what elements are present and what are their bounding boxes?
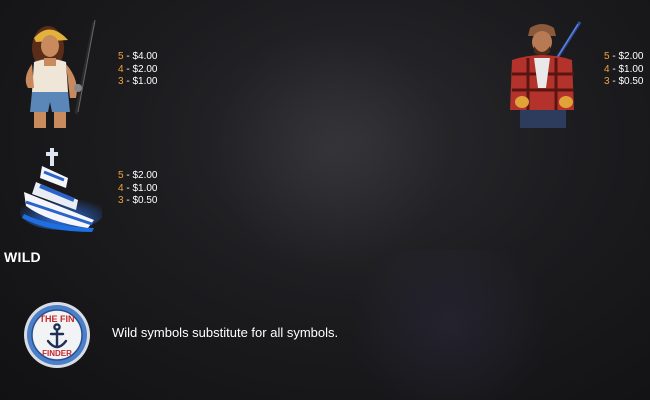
paytable-row: 5 - $2.00: [118, 170, 158, 181]
paytable-row: 3 - $1.00: [118, 76, 158, 87]
paytable-row: 5 - $2.00: [604, 51, 644, 62]
fisher-man-symbol: [500, 18, 586, 130]
wild-badge-top-text: THE FIN: [40, 314, 75, 324]
yacht-symbol: [18, 142, 104, 234]
paytable-row: 4 - $1.00: [118, 182, 158, 194]
paytable-row: 5 - $4.00: [118, 51, 158, 62]
paytable-row: 3 - $0.50: [604, 76, 644, 87]
wild-description: Wild symbols substitute for all symbols.: [112, 325, 339, 340]
paytable-row: 3 - $0.50: [118, 195, 158, 206]
wild-badge-symbol: THE FIN FINDER: [23, 301, 91, 369]
wild-section-title: WILD: [4, 249, 41, 265]
paytable-row: 4 - $2.00: [118, 63, 158, 75]
fisher-woman-paytable: 5 - $4.00 4 - $2.00 3 - $1.00: [118, 51, 157, 89]
paytable-row: 4 - $1.00: [604, 63, 644, 75]
fisher-man-paytable: 5 - $2.00 4 - $1.00 3 - $0.50: [604, 51, 643, 89]
fisher-woman-symbol: [18, 18, 102, 130]
wild-badge-bottom-text: FINDER: [42, 349, 72, 358]
yacht-paytable: 5 - $2.00 4 - $1.00 3 - $0.50: [118, 170, 157, 208]
